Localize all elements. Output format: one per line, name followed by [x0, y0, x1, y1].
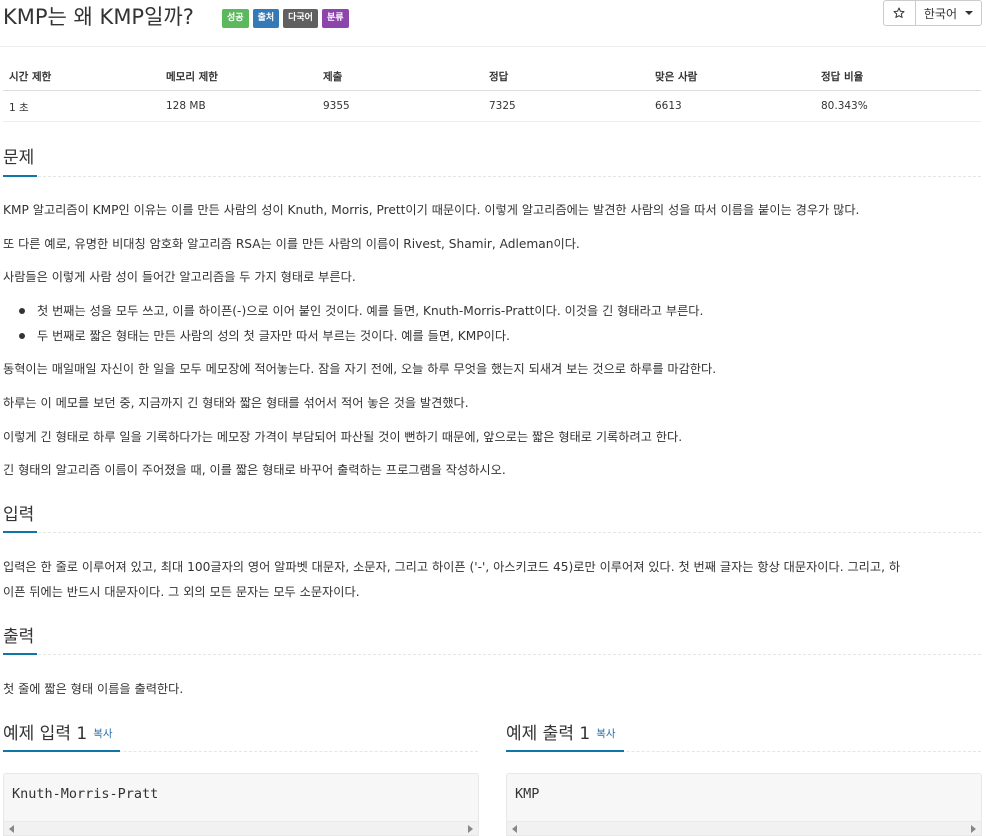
problem-heading-accent — [3, 175, 37, 177]
sample-input-box[interactable]: Knuth-Morris-Pratt — [3, 773, 479, 836]
input-description-line-2: 이픈 뒤에는 반드시 대문자이다. 그 외의 모든 문자는 모두 소문자이다. — [3, 585, 360, 599]
language-dropdown[interactable]: 한국어 — [915, 0, 982, 26]
problem-header: KMP는 왜 KMP일까? 성공 출처 다국어 분류 한국어 — [0, 0, 986, 47]
stats-header-row: 시간 제한 메모리 제한 제출 정답 맞은 사람 정답 비율 — [3, 60, 981, 91]
description-list-item-1: 첫 번째는 성을 모두 쓰고, 이를 하이픈(-)으로 이어 붙인 것이다. 예… — [37, 304, 704, 318]
badge-success[interactable]: 성공 — [222, 9, 249, 28]
sample-output-accent — [506, 750, 624, 752]
sample-input-title: 예제 입력 1 — [3, 724, 88, 744]
description-paragraph-5: 하루는 이 메모를 보던 중, 지금까지 긴 형태와 짧은 형태를 섞어서 적어… — [3, 396, 469, 410]
sample-output-text: KMP — [515, 786, 540, 802]
favorite-button[interactable] — [882, 0, 916, 26]
stats-submissions-value: 9355 — [323, 100, 350, 112]
problem-stats-table: 시간 제한 메모리 제한 제출 정답 맞은 사람 정답 비율 1 초 128 M… — [3, 60, 981, 122]
stats-time-value: 1 초 — [9, 102, 29, 114]
stats-header-submissions: 제출 — [323, 71, 343, 83]
input-heading-accent — [3, 531, 37, 533]
output-heading-accent — [3, 653, 37, 655]
stats-memory-value: 128 MB — [166, 100, 206, 112]
description-list-item-2: 두 번째로 짧은 형태는 만든 사람의 성의 첫 글자만 따서 부르는 것이다.… — [37, 329, 510, 343]
sample-input-accent — [3, 750, 120, 752]
sample-output-heading: 예제 출력 1 복사 — [506, 722, 616, 746]
description-paragraph-7: 긴 형태의 알고리즘 이름이 주어졌을 때, 이를 짧은 형태로 바꾸어 출력하… — [3, 463, 506, 477]
header-controls: 한국어 — [882, 0, 982, 26]
input-heading: 입력 — [3, 505, 35, 525]
output-heading-divider — [3, 654, 981, 655]
problem-heading-divider — [3, 176, 981, 177]
description-paragraph-6: 이렇게 긴 형태로 하루 일을 기록하다가는 메모장 가격이 부담되어 파산될 … — [3, 430, 683, 444]
bullet-icon — [19, 308, 25, 314]
language-label: 한국어 — [923, 6, 957, 21]
scroll-left-icon[interactable] — [9, 825, 14, 833]
description-paragraph-1: KMP 알고리즘이 KMP인 이유는 이를 만든 사람의 성이 Knuth, M… — [3, 203, 860, 217]
description-paragraph-3: 사람들은 이렇게 사람 성이 들어간 알고리즘을 두 가지 형태로 부른다. — [3, 270, 356, 284]
input-description-line-1: 입력은 한 줄로 이루어져 있고, 최대 100글자의 영어 알파벳 대문자, … — [3, 560, 901, 574]
sample-output-box[interactable]: KMP — [506, 773, 982, 836]
bullet-icon — [19, 333, 25, 339]
sample-output-scrollbar[interactable] — [507, 821, 981, 835]
scroll-right-icon[interactable] — [971, 825, 976, 833]
caret-down-icon — [965, 11, 973, 15]
scroll-right-icon[interactable] — [468, 825, 473, 833]
label-badges: 성공 출처 다국어 분류 — [222, 9, 349, 28]
copy-sample-output-button[interactable]: 복사 — [596, 728, 615, 740]
description-paragraph-4: 동혁이는 매일매일 자신이 한 일을 모두 메모장에 적어놓는다. 잠을 자기 … — [3, 362, 717, 376]
description-paragraph-2: 또 다른 예로, 유명한 비대칭 암호화 알고리즘 RSA는 이를 만든 사람의… — [3, 237, 580, 251]
stats-ratio-value: 80.343% — [821, 100, 868, 112]
stats-header-ratio: 정답 비율 — [821, 71, 864, 83]
stats-header-time: 시간 제한 — [9, 71, 52, 83]
stats-value-row: 1 초 128 MB 9355 7325 6613 80.343% — [3, 91, 981, 122]
stats-solvers-value: 6613 — [655, 100, 682, 112]
input-heading-divider — [3, 532, 981, 533]
copy-sample-input-button[interactable]: 복사 — [93, 728, 112, 740]
stats-header-solvers: 맞은 사람 — [655, 71, 698, 83]
stats-header-accepted: 정답 — [489, 71, 509, 83]
sample-input-text: Knuth-Morris-Pratt — [12, 786, 159, 802]
star-icon — [893, 7, 905, 18]
sample-input-scrollbar[interactable] — [4, 821, 478, 835]
badge-multilang[interactable]: 다국어 — [283, 9, 318, 28]
scroll-left-icon[interactable] — [512, 825, 517, 833]
sample-output-title: 예제 출력 1 — [506, 724, 591, 744]
output-heading: 출력 — [3, 627, 35, 647]
page-title: KMP는 왜 KMP일까? — [3, 5, 194, 29]
badge-category[interactable]: 분류 — [321, 9, 349, 28]
output-description: 첫 줄에 짧은 형태 이름을 출력한다. — [3, 682, 184, 696]
stats-accepted-value: 7325 — [489, 100, 516, 112]
sample-input-heading: 예제 입력 1 복사 — [3, 722, 113, 746]
stats-header-memory: 메모리 제한 — [166, 71, 218, 83]
problem-heading: 문제 — [3, 148, 35, 168]
badge-source[interactable]: 출처 — [252, 9, 280, 28]
